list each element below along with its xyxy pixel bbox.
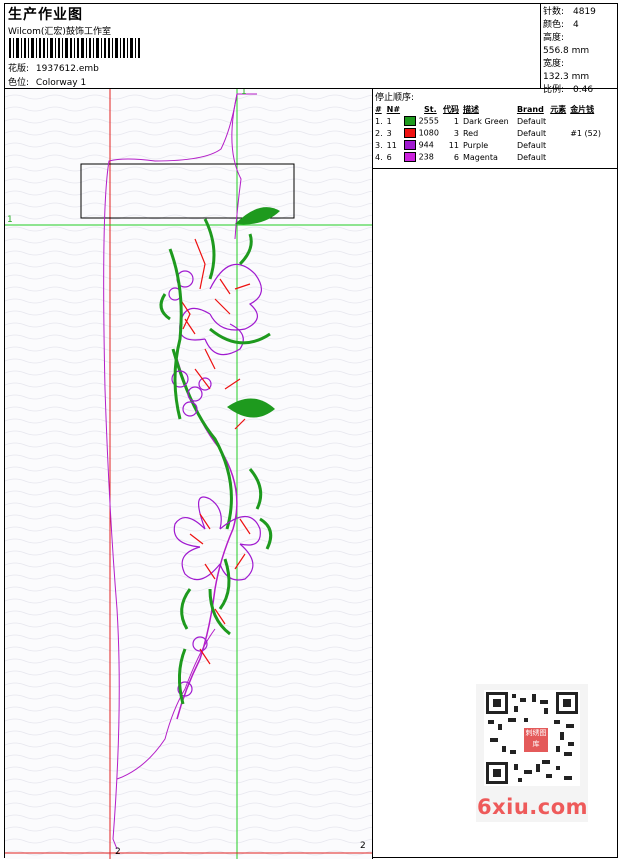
- col-index: #: [375, 104, 382, 114]
- color-swatch: [404, 128, 417, 138]
- stop-sequence-table: # N# St. 代码 描述 Brand 元素 金片钱 1. 1 2555 1 …: [373, 103, 603, 163]
- stop-sequence-panel: 停止顺序: # N# St. 代码 描述 Brand 元素 金片钱 1. 1 2…: [373, 89, 617, 169]
- col-sequin: 金片钱: [570, 104, 595, 114]
- colorway-label: 色位:: [8, 78, 30, 88]
- color-swatch: [404, 140, 417, 150]
- qr-badge: 刺绣图库: [522, 726, 550, 754]
- h-axis-label: 1: [7, 215, 13, 225]
- stat-stitches: 针数: 4819: [543, 7, 596, 17]
- sheet-title: 生产作业图: [8, 7, 83, 23]
- col-code: 代码: [442, 104, 459, 114]
- col-brand: Brand: [516, 104, 544, 114]
- colorway-line: 色位: Colorway 1: [8, 75, 86, 88]
- stat-width: 宽度:132.3 mm: [543, 59, 590, 82]
- col-desc: 描述: [462, 104, 479, 114]
- file-label: 花版:: [8, 64, 30, 74]
- stat-colors: 颜色: 4: [543, 20, 579, 30]
- table-header-row: # N# St. 代码 描述 Brand 元素 金片钱: [373, 103, 603, 115]
- file-line: 花版: 1937612.emb: [8, 61, 99, 74]
- production-sheet: 生产作业图 Wilcom(汇宏)鼓饰工作室 花版: 1937612.emb 色位…: [4, 3, 618, 859]
- bottom-right-label: 2: [360, 841, 366, 851]
- embroidery-artwork: [5, 89, 372, 859]
- company-name: Wilcom(汇宏)鼓饰工作室: [8, 27, 111, 37]
- color-swatch: [404, 152, 417, 162]
- v-axis-label: 1: [241, 89, 247, 97]
- table-row: 3. 11 944 11 Purple Default: [375, 140, 547, 150]
- col-element: 元素: [550, 104, 567, 114]
- stop-sequence-title: 停止顺序:: [375, 93, 415, 103]
- table-row: 2. 3 1080 3 Red Default #1 (52): [375, 128, 601, 138]
- color-swatch: [404, 116, 417, 126]
- header-panel: 生产作业图 Wilcom(汇宏)鼓饰工作室 花版: 1937612.emb 色位…: [5, 4, 541, 89]
- design-preview: 1 1 2 2: [5, 89, 373, 859]
- stats-panel: 针数: 4819 颜色: 4 高度:556.8 mm 宽度:132.3 mm 比例:…: [541, 4, 617, 95]
- table-row: 4. 6 238 6 Magenta Default: [375, 152, 547, 162]
- barcode: [9, 38, 140, 58]
- table-row: 1. 1 2555 1 Dark Green Default: [375, 116, 547, 126]
- col-stitches: St.: [424, 104, 437, 114]
- bottom-left-label: 2: [115, 847, 121, 857]
- watermark-logo: 6xiu.com: [477, 795, 589, 819]
- file-name: 1937612.emb: [35, 64, 99, 74]
- stat-height: 高度:556.8 mm: [543, 33, 590, 56]
- colorway-value: Colorway 1: [35, 78, 87, 88]
- col-needle: N#: [386, 104, 401, 114]
